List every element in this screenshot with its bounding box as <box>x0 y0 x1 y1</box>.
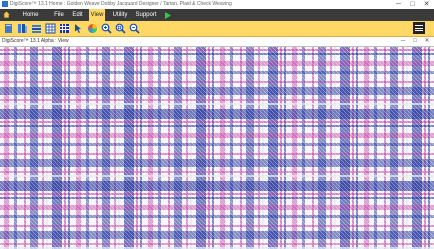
minimize-button[interactable]: ─ <box>392 0 405 9</box>
menu-utility[interactable]: Utility <box>110 9 130 21</box>
twill-texture <box>0 47 434 249</box>
close-button[interactable]: ✕ <box>420 0 433 9</box>
hamburger-menu-button[interactable] <box>413 22 425 34</box>
columns-icon[interactable] <box>17 23 28 34</box>
menu-home-screen[interactable]: Home Screen <box>13 9 48 30</box>
zoom-out-icon[interactable] <box>129 23 140 34</box>
weave-grid-icon[interactable] <box>59 23 70 34</box>
view-minimize-button[interactable]: ─ <box>398 37 408 46</box>
menu-support[interactable]: Support <box>134 9 158 21</box>
color-wheel-icon[interactable] <box>87 23 98 34</box>
weave-canvas[interactable] <box>0 47 434 249</box>
view-window-title: DigiScore™ 13.1 Alpha : View <box>2 38 69 44</box>
pointer-icon[interactable] <box>73 23 84 34</box>
grid-icon[interactable] <box>45 23 56 34</box>
zoom-fit-icon[interactable] <box>115 23 126 34</box>
page-icon[interactable] <box>3 23 14 34</box>
app-icon <box>2 1 8 7</box>
title-bar: DigiScore™ 13.1 Home : Golden Weave Dobb… <box>0 0 434 9</box>
menu-view[interactable]: View <box>89 9 105 21</box>
menu-edit[interactable]: Edit <box>70 9 85 21</box>
menu-bar: Home Screen File Edit View Utility Suppo… <box>0 9 434 30</box>
window-title: DigiScore™ 13.1 Home : Golden Weave Dobb… <box>10 1 232 7</box>
toolbar <box>0 21 434 37</box>
home-icon <box>3 11 10 18</box>
view-maximize-button[interactable]: □ <box>410 37 420 46</box>
layers-icon[interactable] <box>31 23 42 34</box>
menu-file[interactable]: File <box>52 9 66 21</box>
view-window-header: DigiScore™ 13.1 Alpha : View ─ □ ✕ <box>0 37 434 47</box>
zoom-in-icon[interactable] <box>101 23 112 34</box>
tartan-pattern <box>0 47 434 249</box>
play-icon[interactable] <box>165 12 171 19</box>
view-close-button[interactable]: ✕ <box>422 37 432 46</box>
maximize-button[interactable]: □ <box>406 0 419 9</box>
